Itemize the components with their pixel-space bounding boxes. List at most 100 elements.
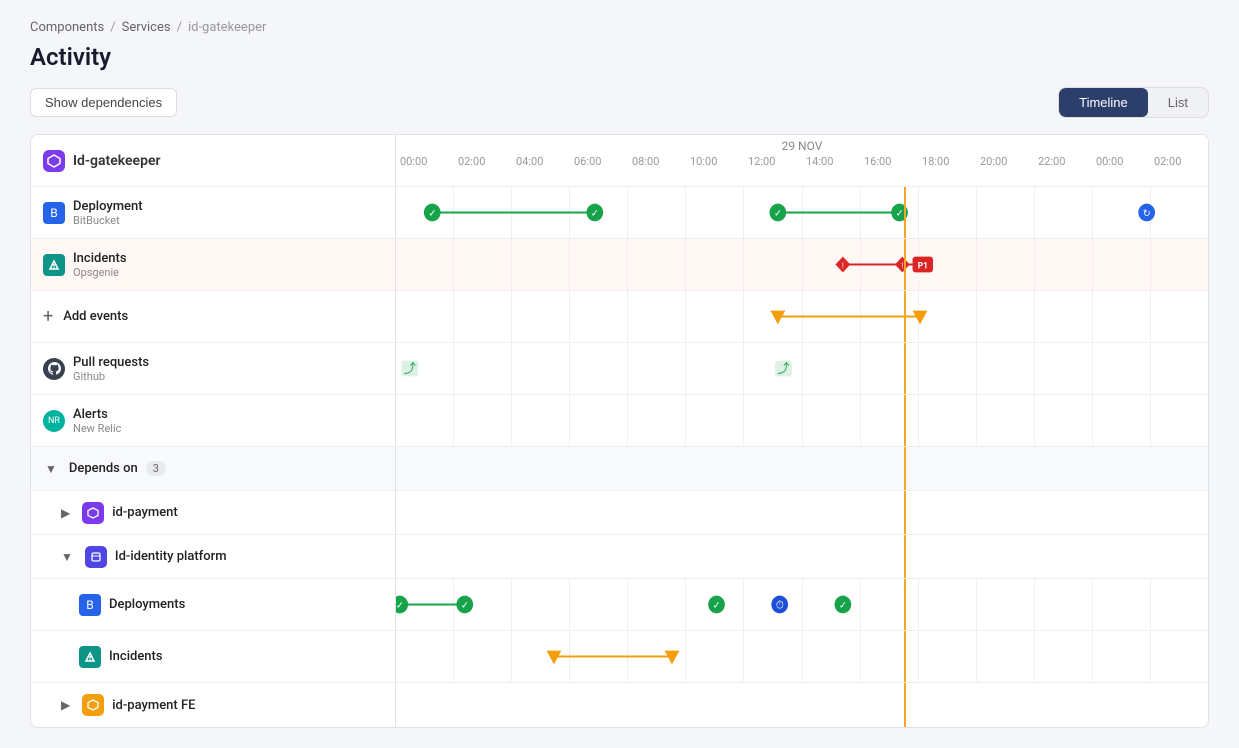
time-label: 00:00 [1092, 155, 1150, 168]
id-payment-name: id-payment [112, 505, 178, 520]
new-relic-icon: NR [43, 410, 65, 432]
svg-text:✓: ✓ [396, 600, 404, 611]
deployment-label: B Deployment BitBucket [31, 187, 396, 238]
current-time-line-i [904, 239, 906, 290]
id-identity-collapse-button[interactable]: ▼ [59, 548, 75, 566]
svg-text:⤴: ⤴ [404, 360, 417, 376]
toolbar: Show dependencies Timeline List [30, 87, 1209, 118]
grid-line [802, 395, 860, 446]
incidents-sub-label: Incidents [31, 631, 396, 682]
grid-line [1092, 395, 1150, 446]
deployments-sub-chart: ✓ ✓ ✓ ⏱ ✓ [396, 579, 1208, 630]
show-dependencies-button[interactable]: Show dependencies [30, 88, 177, 117]
svg-text:P1: P1 [918, 261, 928, 271]
svg-text:✓: ✓ [591, 208, 599, 219]
incidents-sub-name: Incidents [109, 649, 163, 664]
add-events-svg [396, 291, 1208, 342]
time-header: 29 NOV 00:0002:0004:0006:0008:0010:0012:… [396, 135, 1208, 186]
grid-line [743, 395, 801, 446]
time-label: 10:00 [686, 155, 744, 168]
svg-text:✓: ✓ [713, 600, 721, 611]
current-time-line-ae [904, 291, 906, 342]
incidents-name: Incidents [73, 251, 127, 266]
page-title: Activity [30, 43, 1209, 71]
header-row: Id-gatekeeper 29 NOV 00:0002:0004:0006:0… [31, 135, 1208, 187]
grid-line [453, 395, 511, 446]
time-labels: 00:0002:0004:0006:0008:0010:0012:0014:00… [396, 153, 1208, 172]
time-label: 20:00 [976, 155, 1034, 168]
svg-text:↻: ↻ [1143, 208, 1151, 219]
depends-on-chart [396, 447, 1208, 490]
timeline-view-button[interactable]: Timeline [1059, 88, 1148, 117]
pull-requests-label: Pull requests Github [31, 343, 396, 394]
deployments-sub-svg: ✓ ✓ ✓ ⏱ ✓ [396, 579, 1208, 630]
alerts-sub: New Relic [73, 422, 121, 435]
breadcrumb-services[interactable]: Services [122, 20, 171, 35]
current-time-line-ipfe [904, 683, 906, 727]
deployment-svg: ✓ ✓ ✓ ✓ ↻ [396, 187, 1208, 238]
list-view-button[interactable]: List [1148, 88, 1208, 117]
timeline-container: Id-gatekeeper 29 NOV 00:0002:0004:0006:0… [30, 134, 1209, 728]
add-events-chart [396, 291, 1208, 342]
id-identity-label: ▼ Id-identity platform [31, 535, 396, 578]
depends-on-name: Depends on [69, 461, 138, 476]
incidents-sub: Opsgenie [73, 266, 127, 279]
id-payment-fe-icon [82, 694, 104, 716]
breadcrumb-current: id-gatekeeper [188, 20, 266, 35]
incidents-sub-icon [79, 646, 101, 668]
id-payment-fe-expand-button[interactable]: ▶ [59, 696, 72, 714]
pr-svg: ⤴ ⤴ [396, 343, 1208, 394]
grid-lines-alerts [396, 395, 1208, 446]
alerts-name: Alerts [73, 407, 121, 422]
breadcrumb-sep1: / [110, 20, 115, 35]
svg-text:⤴: ⤴ [777, 360, 790, 376]
time-label: 02:00 [454, 155, 512, 168]
service-name: Id-gatekeeper [73, 153, 161, 169]
alerts-text: Alerts New Relic [73, 407, 121, 435]
current-time-line-pr [904, 343, 906, 394]
github-icon [43, 358, 65, 380]
incidents-label: Incidents Opsgenie [31, 239, 396, 290]
current-time-line-al [904, 395, 906, 446]
id-payment-fe-label: ▶ id-payment FE [31, 683, 396, 727]
breadcrumb-components[interactable]: Components [30, 20, 104, 35]
svg-text:✓: ✓ [896, 208, 904, 219]
svg-text:⏱: ⏱ [776, 598, 784, 611]
time-label: 08:00 [628, 155, 686, 168]
service-label: Id-gatekeeper [31, 135, 396, 186]
svg-text:✓: ✓ [428, 208, 436, 219]
time-label: 16:00 [860, 155, 918, 168]
grid-line [685, 395, 743, 446]
service-icon [43, 150, 65, 172]
depends-count: 3 [146, 461, 166, 476]
pull-requests-sub: Github [73, 370, 149, 383]
current-time-line-do [904, 447, 906, 490]
id-identity-row: ▼ Id-identity platform [31, 535, 1208, 579]
incidents-row: Incidents Opsgenie ! ! P1 [31, 239, 1208, 291]
grid-line [511, 395, 569, 446]
current-time-line-is [904, 631, 906, 682]
deployments-sub-label: B Deployments [31, 579, 396, 630]
time-label: 14:00 [802, 155, 860, 168]
grid-line [918, 395, 976, 446]
deployments-sub-icon: B [79, 594, 101, 616]
current-time-line-ds [904, 579, 906, 630]
current-time-line [904, 187, 906, 238]
id-payment-expand-button[interactable]: ▶ [59, 504, 72, 522]
deployments-sub-name: Deployments [109, 597, 185, 612]
depends-on-label: ▼ Depends on 3 [31, 447, 396, 490]
deployment-row: B Deployment BitBucket ✓ ✓ [31, 187, 1208, 239]
id-payment-chart [396, 491, 1208, 534]
depends-on-collapse-button[interactable]: ▼ [43, 460, 59, 478]
incidents-sub-chart [396, 631, 1208, 682]
svg-text:✓: ✓ [774, 208, 782, 219]
grid-line [627, 395, 685, 446]
add-events-name: Add events [63, 309, 128, 324]
grid-line [860, 395, 918, 446]
grid-line [396, 395, 453, 446]
pull-requests-row: Pull requests Github ⤴ ⤴ [31, 343, 1208, 395]
add-events-label[interactable]: + Add events [31, 291, 396, 342]
incidents-sub-svg [396, 631, 1208, 682]
svg-text:✓: ✓ [461, 600, 469, 611]
time-label: 22:00 [1034, 155, 1092, 168]
